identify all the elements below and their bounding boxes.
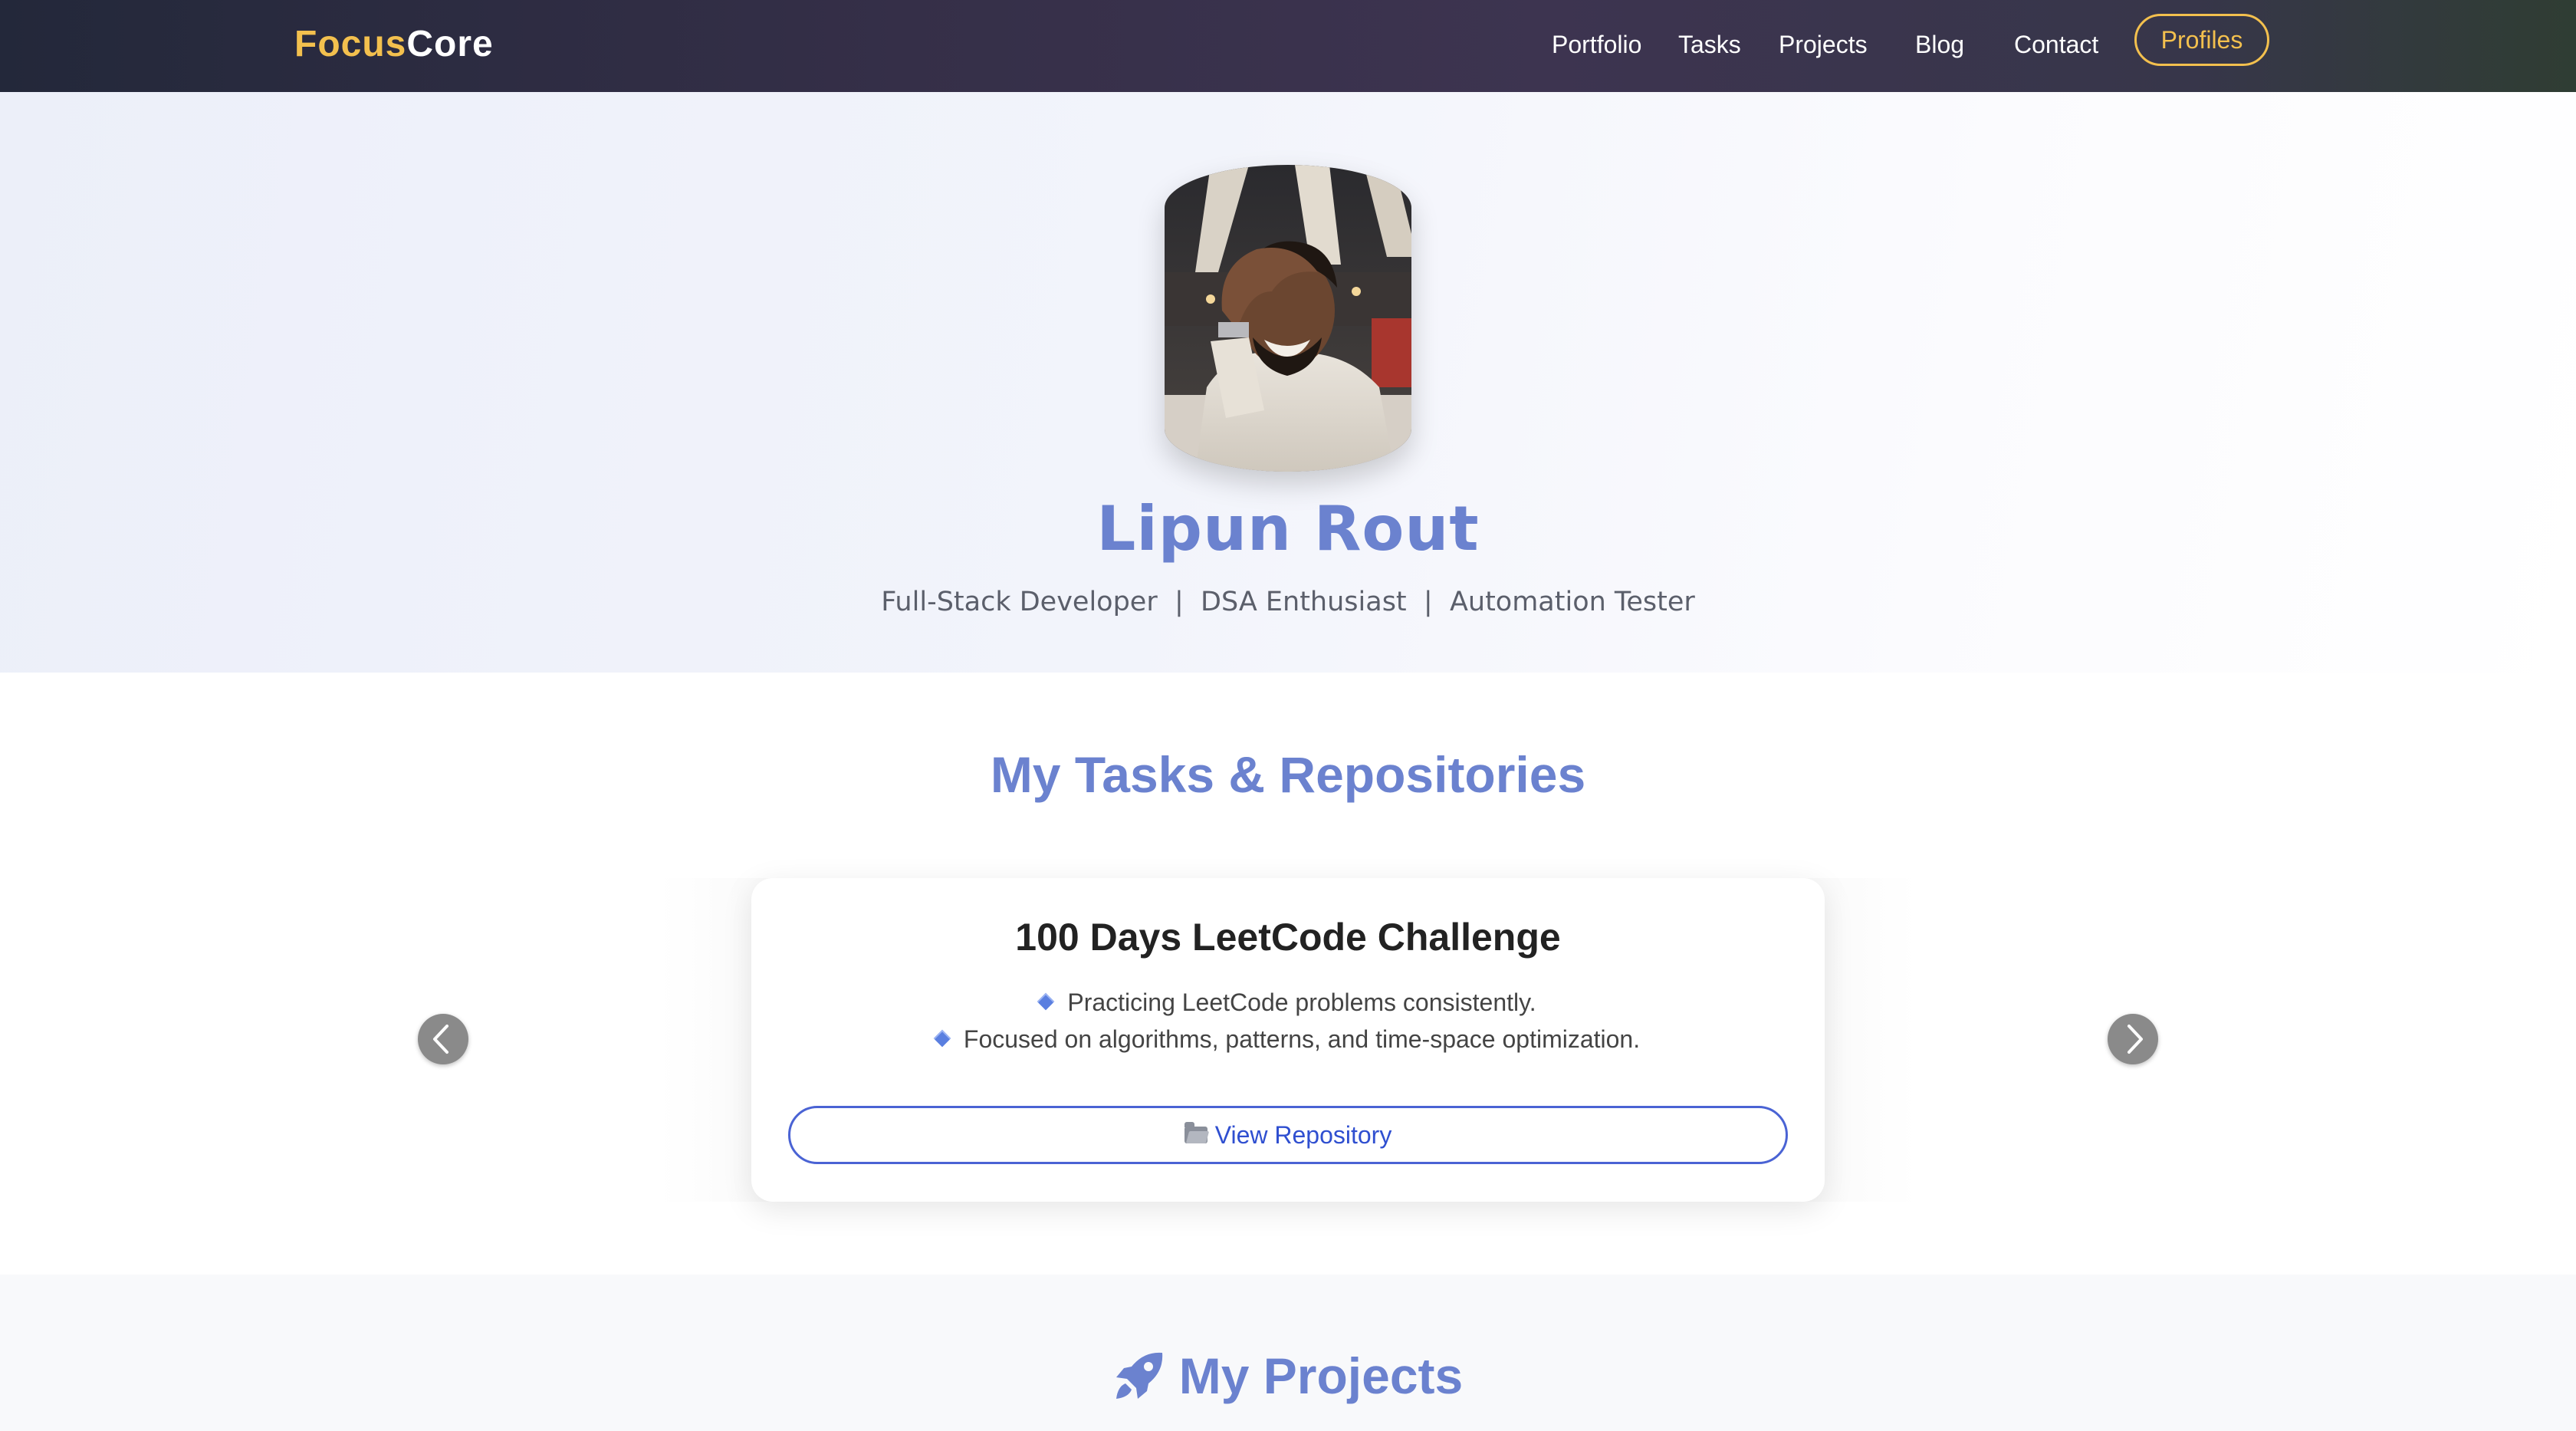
nav-link-portfolio[interactable]: Portfolio	[1552, 28, 1641, 61]
brand-logo-part1: Focus	[294, 24, 407, 64]
chevron-left-icon	[433, 1025, 449, 1054]
rocket-icon	[1116, 1352, 1162, 1399]
nav-link-contact[interactable]: Contact	[2014, 28, 2098, 61]
hero-section: Lipun Rout Full-Stack Developer | DSA En…	[0, 92, 2576, 673]
chevron-right-icon	[2128, 1025, 2143, 1054]
task-point-text: Focused on algorithms, patterns, and tim…	[963, 1025, 1641, 1053]
diamond-icon	[1037, 992, 1055, 1010]
avatar-photo	[1165, 165, 1411, 472]
projects-section-title: My Projects	[0, 1344, 2576, 1408]
projects-section: My Projects	[0, 1275, 2576, 1431]
folder-icon	[1184, 1121, 1208, 1143]
carousel-prev-button[interactable]	[418, 1014, 468, 1064]
projects-title-text: My Projects	[1178, 1347, 1464, 1404]
hero-subtitle: Full-Stack Developer | DSA Enthusiast | …	[881, 587, 1695, 617]
view-repository-button[interactable]: View Repository	[788, 1106, 1788, 1164]
avatar	[1165, 165, 1411, 472]
nav-link-tasks[interactable]: Tasks	[1678, 28, 1741, 61]
navbar: FocusCore Portfolio Tasks Projects Blog …	[0, 0, 2576, 92]
task-card-title: 100 Days LeetCode Challenge	[1015, 916, 1561, 959]
task-point: Focused on algorithms, patterns, and tim…	[751, 1022, 1825, 1056]
brand-logo[interactable]: FocusCore	[294, 21, 494, 67]
task-point: Practicing LeetCode problems consistentl…	[751, 985, 1825, 1019]
hero-name: Lipun Rout	[1096, 493, 1480, 564]
diamond-icon	[933, 1029, 951, 1047]
profiles-button[interactable]: Profiles	[2134, 14, 2269, 66]
nav-link-blog[interactable]: Blog	[1915, 28, 1964, 61]
task-point-text: Practicing LeetCode problems consistentl…	[1067, 989, 1536, 1016]
nav-link-projects[interactable]: Projects	[1779, 28, 1868, 61]
carousel-next-button[interactable]	[2108, 1014, 2158, 1064]
view-repository-label: View Repository	[1214, 1121, 1392, 1149]
task-card: 100 Days LeetCode Challenge Practicing L…	[751, 878, 1825, 1202]
tasks-section-title: My Tasks & Repositories	[990, 746, 1586, 803]
brand-logo-part2: Core	[406, 24, 494, 64]
